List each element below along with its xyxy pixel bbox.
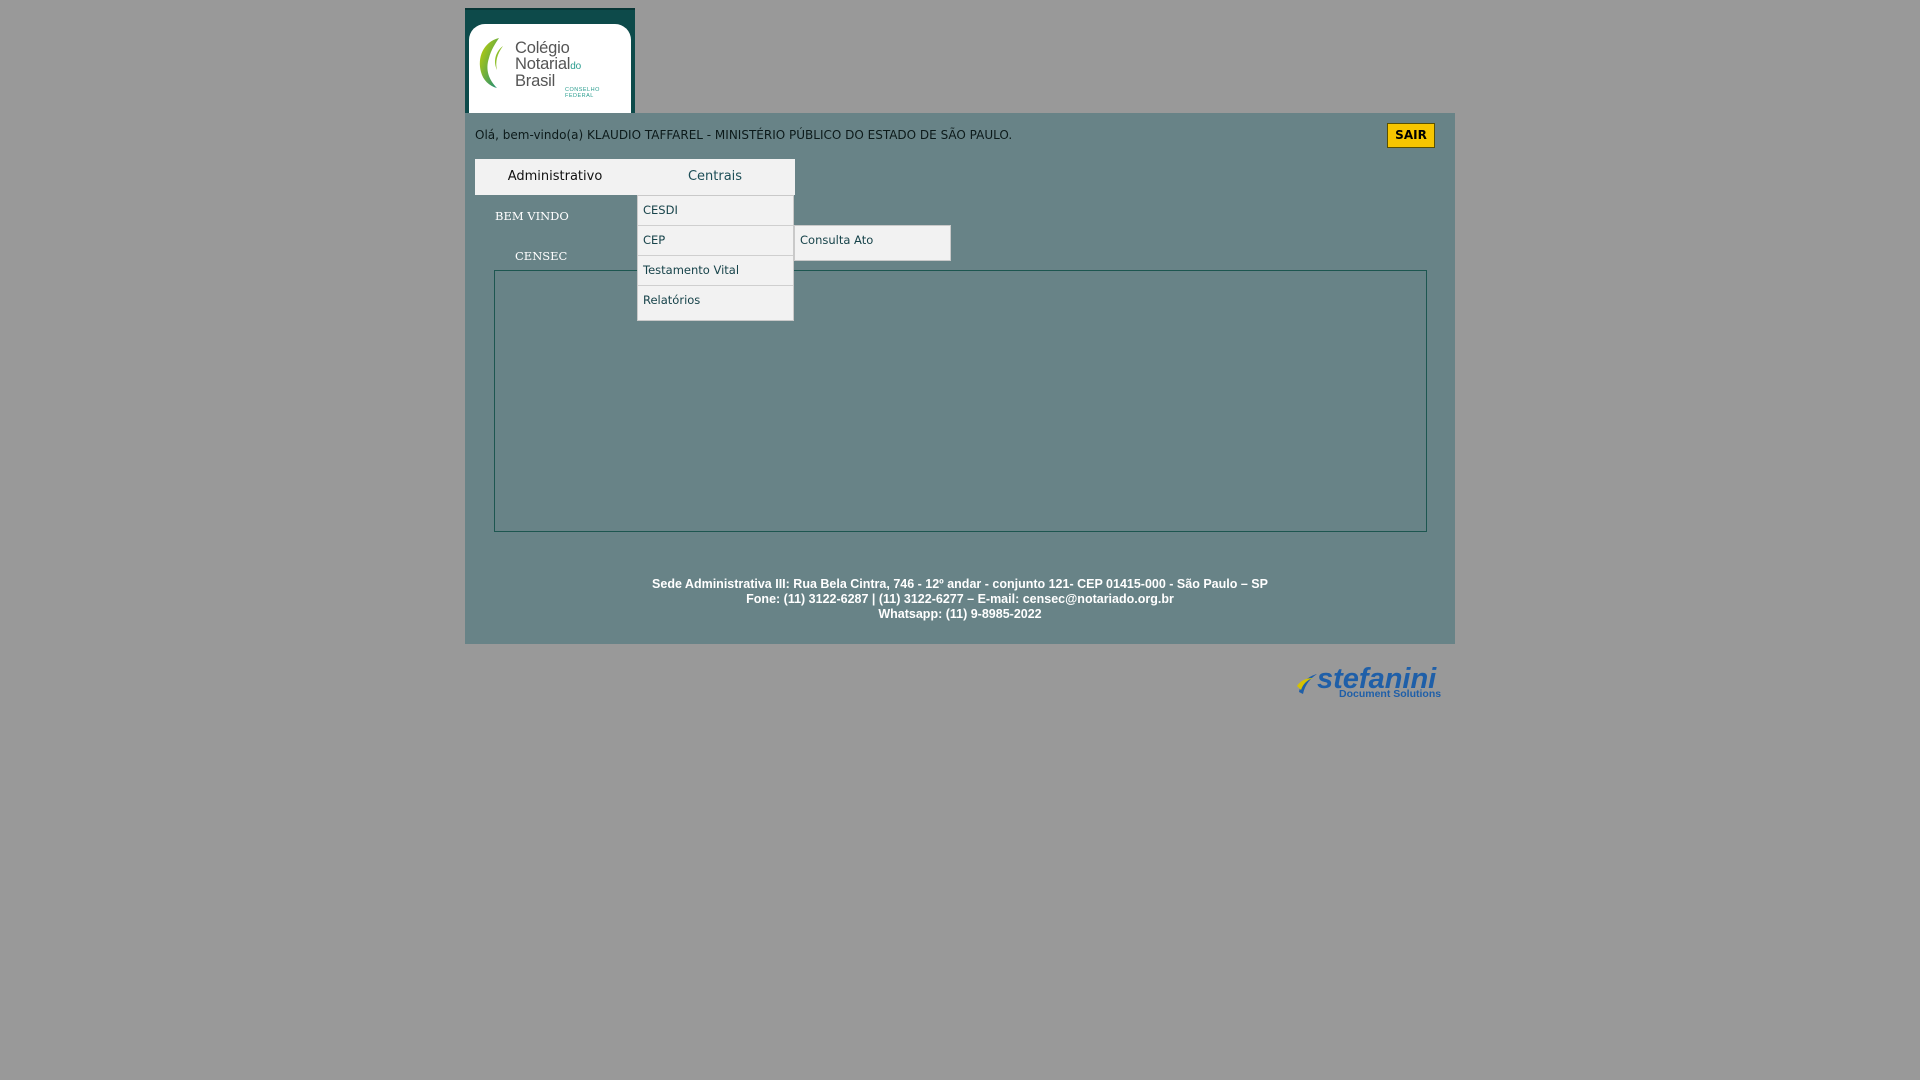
link-bem-vindo[interactable]: BEM VINDO bbox=[495, 209, 569, 223]
colegio-notarial-logo: Colégio Notarialdo Brasil CONSELHO FEDER… bbox=[469, 24, 631, 115]
menu-administrativo[interactable]: Administrativo bbox=[475, 159, 635, 195]
footer-line-3: Whatsapp: (11) 9-8985-2022 bbox=[878, 607, 1042, 621]
dropdown-item-relatorios[interactable]: Relatórios bbox=[638, 286, 793, 320]
dropdown-item-cep[interactable]: CEP bbox=[638, 226, 793, 256]
footer-address: Sede Administrativa III: Rua Bela Cintra… bbox=[465, 577, 1455, 622]
footer-line-1: Sede Administrativa III: Rua Bela Cintra… bbox=[652, 577, 1268, 591]
logo-line-2-suffix: do bbox=[570, 60, 581, 72]
menu-centrais[interactable]: Centrais bbox=[635, 159, 795, 195]
footer-line-2: Fone: (11) 3122-6287 | (11) 3122-6277 – … bbox=[746, 592, 1174, 606]
content-frame bbox=[494, 270, 1427, 532]
dropdown-item-cesdi[interactable]: CESDI bbox=[638, 196, 793, 226]
dropdown-item-testamento-vital[interactable]: Testamento Vital bbox=[638, 256, 793, 286]
logo-subtitle: CONSELHO FEDERAL bbox=[565, 87, 600, 99]
cep-submenu: Consulta Ato bbox=[794, 225, 951, 261]
submenu-item-consulta-ato[interactable]: Consulta Ato bbox=[795, 226, 950, 254]
leaf-logo-icon bbox=[479, 38, 503, 88]
logo-line-2-text: Notarial bbox=[515, 54, 571, 73]
link-censec[interactable]: CENSEC bbox=[515, 249, 567, 263]
logo-wordmark: Colégio Notarialdo Brasil bbox=[515, 40, 581, 90]
welcome-message: Olá, bem-vindo(a) KLAUDIO TAFFAREL - MIN… bbox=[475, 128, 1013, 142]
main-menu-bar: Administrativo Centrais bbox=[475, 159, 795, 195]
stefanini-swoosh-icon bbox=[1297, 674, 1317, 694]
centrais-dropdown: CESDI CEP Testamento Vital Relatórios bbox=[637, 195, 794, 321]
stefanini-tagline: Document Solutions bbox=[1339, 688, 1442, 700]
main-panel: Olá, bem-vindo(a) KLAUDIO TAFFAREL - MIN… bbox=[465, 113, 1455, 644]
logout-button[interactable]: SAIR bbox=[1387, 123, 1435, 148]
logo-container: Colégio Notarialdo Brasil CONSELHO FEDER… bbox=[465, 8, 635, 115]
logo-sub-2: FEDERAL bbox=[565, 93, 594, 99]
stefanini-logo: stefanini Document Solutions bbox=[1295, 664, 1445, 704]
